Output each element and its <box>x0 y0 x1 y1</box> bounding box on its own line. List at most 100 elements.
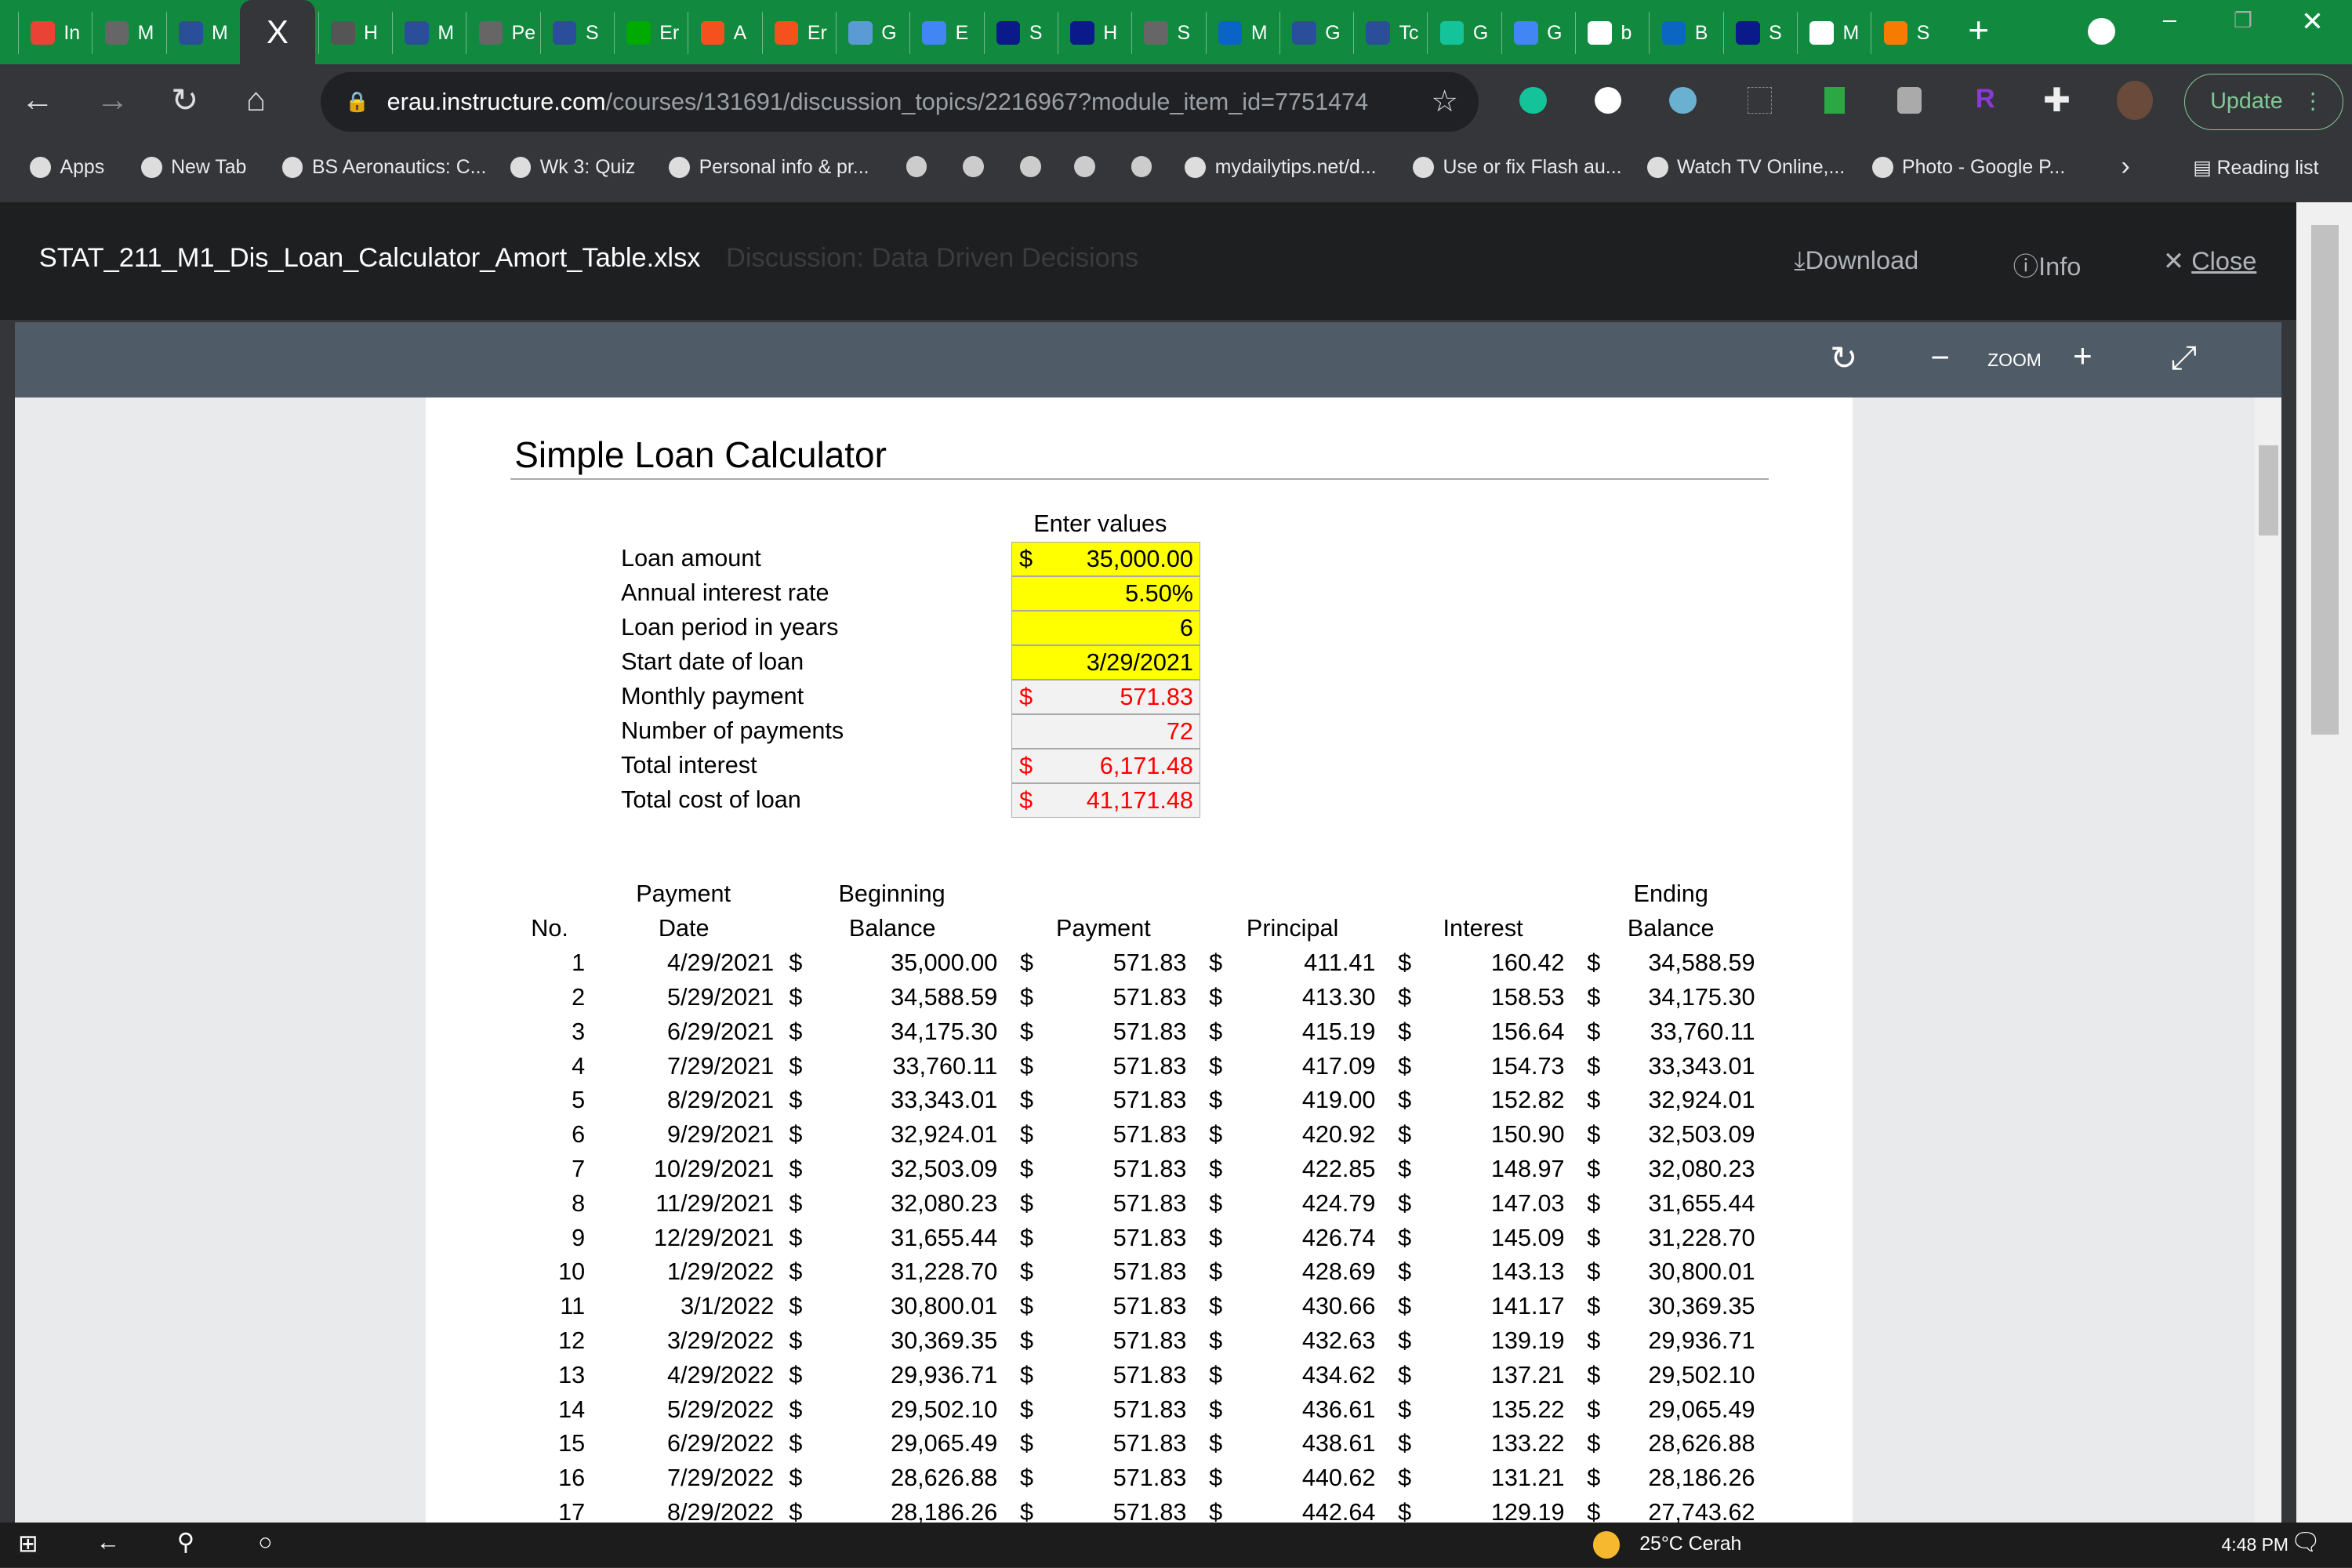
tab[interactable]: S <box>1871 12 1929 54</box>
document-scroll-thumb[interactable] <box>2259 445 2279 536</box>
bookmark-icon[interactable] <box>906 155 927 177</box>
bookmark-item[interactable]: Watch TV Online,... <box>1646 156 1845 179</box>
tab-title: G <box>1547 21 1563 44</box>
bookmark-icon[interactable] <box>1131 155 1152 177</box>
table-cell: 14 <box>558 1396 586 1423</box>
tab[interactable]: A <box>688 12 746 54</box>
profile-avatar[interactable] <box>2116 81 2153 121</box>
bookmark-item[interactable]: Personal info & pr... <box>669 156 869 179</box>
extension-icon[interactable] <box>1669 86 1697 114</box>
h-extension-icon[interactable] <box>1897 86 1922 114</box>
table-cell: 7/29/2022 <box>667 1465 775 1492</box>
currency-sign: $ <box>789 1189 803 1217</box>
tab[interactable]: S <box>983 12 1042 54</box>
bookmark-item[interactable]: New Tab <box>140 156 246 179</box>
input-cell[interactable]: $35,000.00 <box>1011 541 1200 576</box>
bookmark-item[interactable]: Wk 3: Quiz <box>510 155 636 179</box>
table-cell: 432.63 <box>1301 1327 1376 1355</box>
table-cell: 436.61 <box>1301 1396 1376 1423</box>
download-button[interactable]: ⤓Download <box>1794 246 1918 276</box>
document-scrollbar[interactable] <box>2254 397 2282 1523</box>
bookmark-item[interactable]: Apps <box>30 156 104 179</box>
tab[interactable]: In <box>17 12 80 54</box>
table-cell: 28,626.88 <box>891 1465 998 1492</box>
menu-dots-icon[interactable]: ⋮ <box>2302 74 2325 129</box>
search-icon[interactable]: ⚲ <box>177 1529 194 1556</box>
bookmark-item[interactable]: Photo - Google P... <box>1871 156 2065 179</box>
reading-list-button[interactable]: ▤ Reading list <box>2193 156 2318 180</box>
cortana-icon[interactable]: ○ <box>258 1529 273 1556</box>
weather-text[interactable]: 25°C Cerah <box>1639 1533 1741 1555</box>
tab[interactable]: G <box>1427 12 1488 54</box>
tab[interactable]: B <box>1649 12 1708 54</box>
back-icon[interactable]: ← <box>21 81 54 118</box>
close-button[interactable]: ✕ Close <box>2163 246 2256 276</box>
window-close-icon[interactable]: ✕ <box>2301 6 2324 38</box>
tab[interactable]: H <box>1057 12 1117 54</box>
bookmarks-overflow-icon[interactable]: › <box>2121 151 2129 182</box>
forward-icon[interactable]: → <box>96 81 129 118</box>
tab[interactable]: S <box>539 12 599 54</box>
bookmark-item[interactable]: BS Aeronautics: C... <box>281 156 486 179</box>
bookmark-label: Wk 3: Quiz <box>539 155 636 178</box>
bookmark-label: mydailytips.net/d... <box>1214 155 1377 178</box>
tab[interactable]: M <box>1797 12 1859 54</box>
windows-start-icon[interactable]: ⊞ <box>18 1530 38 1558</box>
s-extension-icon[interactable] <box>1594 86 1622 114</box>
clock[interactable]: 4:48 PM <box>2222 1534 2288 1555</box>
bookmark-icon[interactable] <box>1073 155 1095 177</box>
reload-icon[interactable]: ↻ <box>171 81 198 119</box>
rotate-icon[interactable]: ↻ <box>1830 339 1857 377</box>
tab[interactable]: E <box>909 12 968 54</box>
input-cell[interactable]: 3/29/2021 <box>1011 644 1200 680</box>
address-bar[interactable]: 🔒 erau.instructure.com/courses/131691/di… <box>321 71 1479 132</box>
p-extension-icon[interactable] <box>1747 86 1772 114</box>
info-button[interactable]: ⓘInfo <box>2013 246 2082 283</box>
new-tab-icon[interactable]: + <box>1968 9 1989 51</box>
home-icon[interactable]: ⌂ <box>246 81 266 118</box>
bookmark-icon[interactable] <box>1020 155 1041 177</box>
zoom-out-icon[interactable]: − <box>1930 339 1950 376</box>
extensions-puzzle-icon[interactable]: ✚ <box>2043 81 2071 119</box>
bookmark-item[interactable]: Use or fix Flash au... <box>1413 156 1622 179</box>
active-tab-close-button[interactable]: X <box>240 0 315 65</box>
tab[interactable]: M <box>92 12 154 54</box>
tab[interactable]: S <box>1131 12 1190 54</box>
input-cell[interactable]: 5.50% <box>1011 575 1200 611</box>
back-icon[interactable]: ← <box>96 1529 120 1556</box>
table-cell: 10/29/2021 <box>654 1155 775 1182</box>
tab[interactable]: b <box>1575 12 1632 54</box>
table-cell: 15 <box>558 1430 586 1457</box>
tab[interactable]: H <box>318 12 378 54</box>
table-cell: 1 <box>572 949 586 977</box>
update-button[interactable]: Update ⋮ <box>2183 73 2343 131</box>
star-icon[interactable]: ☆ <box>1431 72 1457 132</box>
page-scroll-thumb[interactable] <box>2311 224 2339 735</box>
tab[interactable]: G <box>835 12 897 54</box>
tab-search-icon[interactable] <box>2088 17 2115 45</box>
tab[interactable]: M <box>391 12 454 54</box>
input-cell[interactable]: 6 <box>1011 610 1200 645</box>
avg-extension-icon[interactable] <box>1824 86 1846 114</box>
restore-icon[interactable]: ❐ <box>2234 9 2252 33</box>
notifications-icon[interactable]: 🗨 <box>2291 1529 2321 1556</box>
tab[interactable]: M <box>1205 12 1268 54</box>
r-extension-icon[interactable]: R <box>1976 84 1995 114</box>
tab[interactable]: Tc <box>1353 12 1418 54</box>
tab[interactable]: Er <box>761 12 827 54</box>
tab[interactable]: G <box>1279 12 1341 54</box>
tab[interactable]: G <box>1501 12 1563 54</box>
minimize-icon[interactable]: – <box>2163 6 2176 34</box>
bookmark-icon[interactable] <box>963 155 985 177</box>
grammarly-extension-icon[interactable] <box>1519 86 1547 114</box>
fullscreen-icon[interactable]: ⤢ <box>2170 339 2197 377</box>
tab[interactable]: M <box>165 12 228 54</box>
table-cell: 150.90 <box>1490 1121 1565 1149</box>
zoom-in-icon[interactable]: + <box>2073 337 2092 375</box>
tab[interactable]: Pe <box>466 12 535 54</box>
bookmark-item[interactable]: mydailytips.net/d... <box>1185 155 1377 179</box>
tab-favicon-icon <box>626 20 651 45</box>
tab[interactable]: S <box>1722 12 1782 54</box>
page-scrollbar[interactable] <box>2296 202 2352 1523</box>
tab[interactable]: Er <box>613 12 679 54</box>
